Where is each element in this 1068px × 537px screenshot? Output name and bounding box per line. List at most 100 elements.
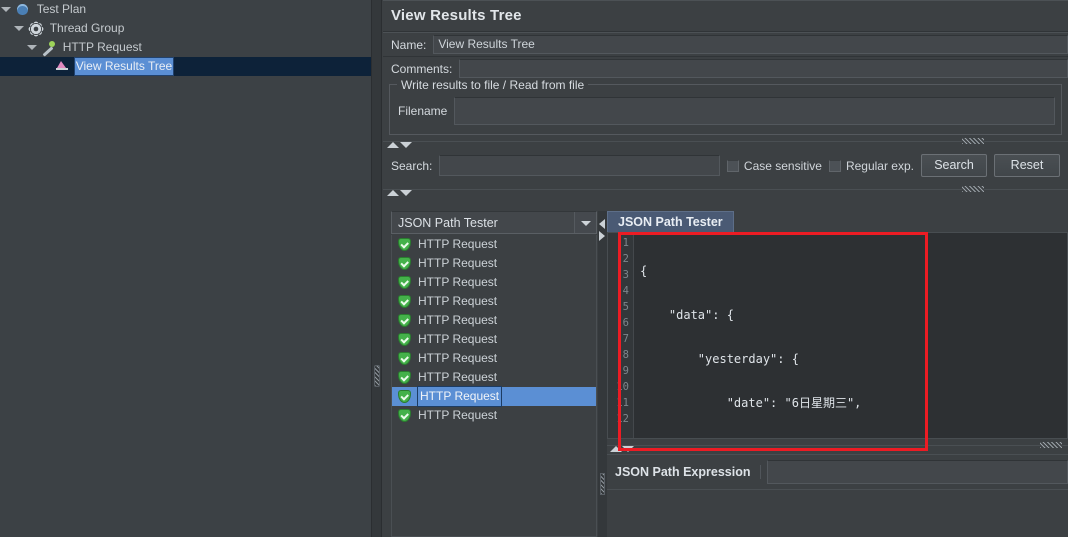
name-label: Name: — [391, 37, 427, 52]
tree-node-view-results-tree[interactable]: View Results Tree — [0, 57, 371, 76]
line-number: 12 — [616, 413, 629, 425]
splitter-grip-icon[interactable] — [962, 186, 984, 192]
name-input[interactable]: View Results Tree — [433, 35, 1068, 54]
tree-node-label: Test Plan — [36, 2, 87, 16]
success-shield-icon — [398, 257, 411, 270]
sample-result-list[interactable]: HTTP Request HTTP Request HTTP Request H… — [391, 235, 597, 537]
list-item-label: HTTP Request — [418, 275, 498, 289]
line-number: 8 — [622, 349, 629, 361]
comments-label: Comments: — [391, 61, 453, 76]
line-number: 10 — [616, 381, 629, 393]
left-vertical-splitter[interactable] — [372, 0, 382, 537]
tester-splitter-bar[interactable] — [607, 440, 1068, 452]
line-number-gutter: 1 2 3 4 5 6 7 8 9 10 11 12 — [608, 233, 634, 438]
test-plan-icon — [14, 0, 31, 19]
tree-node-label: Thread Group — [49, 21, 125, 35]
list-item-label: HTTP Request — [418, 313, 498, 327]
success-shield-icon — [398, 295, 411, 308]
list-item[interactable]: HTTP Request — [392, 330, 596, 349]
comments-input[interactable] — [459, 59, 1068, 78]
success-shield-icon — [398, 238, 411, 251]
tree-node-test-plan[interactable]: Test Plan — [0, 0, 371, 19]
line-number: 4 — [622, 285, 629, 297]
list-item-selected[interactable]: HTTP Request — [392, 387, 596, 406]
json-path-expression-label: JSON Path Expression — [607, 464, 762, 479]
splitter-grip-icon[interactable] — [1040, 442, 1062, 448]
code-line: "data": { — [640, 308, 734, 322]
json-path-expression-input[interactable] — [767, 459, 1068, 484]
regular-exp-checkbox[interactable]: Regular exp. — [828, 158, 914, 173]
list-item[interactable]: HTTP Request — [392, 368, 596, 387]
line-number: 1 — [622, 237, 629, 249]
search-input[interactable] — [439, 155, 720, 176]
list-item[interactable]: HTTP Request — [392, 292, 596, 311]
list-item-label: HTTP Request — [418, 387, 501, 406]
success-shield-icon — [398, 276, 411, 289]
list-item-label: HTTP Request — [418, 256, 498, 270]
line-number: 7 — [622, 333, 629, 345]
upper-splitter-bar[interactable] — [383, 135, 1068, 148]
json-code-content[interactable]: { "data": { "yesterday": { "date": "6日星期… — [634, 233, 1067, 438]
collapse-left-icon[interactable] — [599, 219, 605, 229]
splitter-grip-icon[interactable] — [374, 365, 380, 387]
chevron-down-icon[interactable] — [574, 212, 596, 233]
collapse-arrows-icon[interactable] — [387, 137, 413, 151]
renderer-combobox[interactable]: JSON Path Tester — [391, 211, 597, 234]
case-sensitive-checkbox[interactable]: Case sensitive — [726, 158, 822, 173]
write-results-group: Write results to file / Read from file F… — [389, 78, 1062, 135]
list-item[interactable]: HTTP Request — [392, 406, 596, 425]
tab-json-path-tester[interactable]: JSON Path Tester — [607, 211, 734, 233]
list-item[interactable]: HTTP Request — [392, 235, 596, 254]
line-number: 2 — [622, 253, 629, 265]
json-path-tester-pane: JSON Path Tester 1 2 3 4 5 6 7 8 9 10 11 — [607, 211, 1068, 537]
list-item[interactable]: HTTP Request — [392, 349, 596, 368]
case-sensitive-label: Case sensitive — [743, 158, 822, 173]
checkbox-box-icon[interactable] — [726, 159, 739, 172]
line-number: 9 — [622, 365, 629, 377]
splitter-grip-icon[interactable] — [600, 473, 605, 495]
expand-toggle-icon[interactable] — [13, 19, 24, 38]
list-item-label: HTTP Request — [418, 237, 498, 251]
expand-toggle-icon[interactable] — [0, 0, 11, 19]
collapse-arrows-icon[interactable] — [387, 185, 413, 199]
list-item[interactable]: HTTP Request — [392, 254, 596, 273]
line-number: 11 — [616, 397, 629, 409]
name-row: Name: View Results Tree — [383, 33, 1068, 56]
middle-vertical-splitter[interactable] — [598, 211, 607, 537]
json-path-expression-row: JSON Path Expression — [607, 454, 1068, 488]
line-number: 6 — [622, 317, 629, 329]
search-button[interactable]: Search — [921, 154, 987, 177]
expand-toggle-icon[interactable] — [26, 38, 37, 57]
reset-button[interactable]: Reset — [994, 154, 1060, 177]
success-shield-icon — [398, 390, 411, 403]
collapse-right-icon[interactable] — [599, 231, 605, 241]
list-item[interactable]: HTTP Request — [392, 311, 596, 330]
response-json-viewer[interactable]: 1 2 3 4 5 6 7 8 9 10 11 12 {"data": {"… — [607, 232, 1068, 439]
splitter-grip-icon[interactable] — [962, 138, 984, 144]
checkbox-box-icon[interactable] — [828, 159, 841, 172]
success-shield-icon — [398, 333, 411, 346]
filename-label: Filename — [398, 104, 448, 118]
success-shield-icon — [398, 314, 411, 327]
list-item-label: HTTP Request — [418, 294, 498, 308]
code-line: "date": "6日星期三", — [640, 396, 862, 410]
list-item-label: HTTP Request — [418, 408, 498, 422]
regular-exp-label: Regular exp. — [845, 158, 914, 173]
tree-node-thread-group[interactable]: Thread Group — [0, 19, 371, 38]
tree-node-label: HTTP Request — [62, 40, 142, 54]
tree-node-http-request[interactable]: HTTP Request — [0, 38, 371, 57]
filename-input[interactable] — [454, 97, 1055, 125]
test-plan-tree[interactable]: Test Plan Thread Group HTTP Request View… — [0, 0, 372, 537]
renderer-selected-label: JSON Path Tester — [398, 215, 498, 230]
success-shield-icon — [398, 371, 411, 384]
code-line: { — [640, 264, 648, 278]
results-pane: JSON Path Tester HTTP Request HTTP Reque… — [391, 211, 597, 537]
line-number: 5 — [622, 301, 629, 313]
lower-splitter-bar[interactable] — [383, 183, 1068, 196]
list-item[interactable]: HTTP Request — [392, 273, 596, 292]
search-bar: Search: Case sensitive Regular exp. Sear… — [383, 148, 1068, 183]
collapse-arrows-icon[interactable] — [610, 441, 634, 455]
comments-row: Comments: — [383, 57, 1068, 80]
json-path-result-area — [607, 489, 1068, 537]
list-item-label: HTTP Request — [418, 332, 498, 346]
